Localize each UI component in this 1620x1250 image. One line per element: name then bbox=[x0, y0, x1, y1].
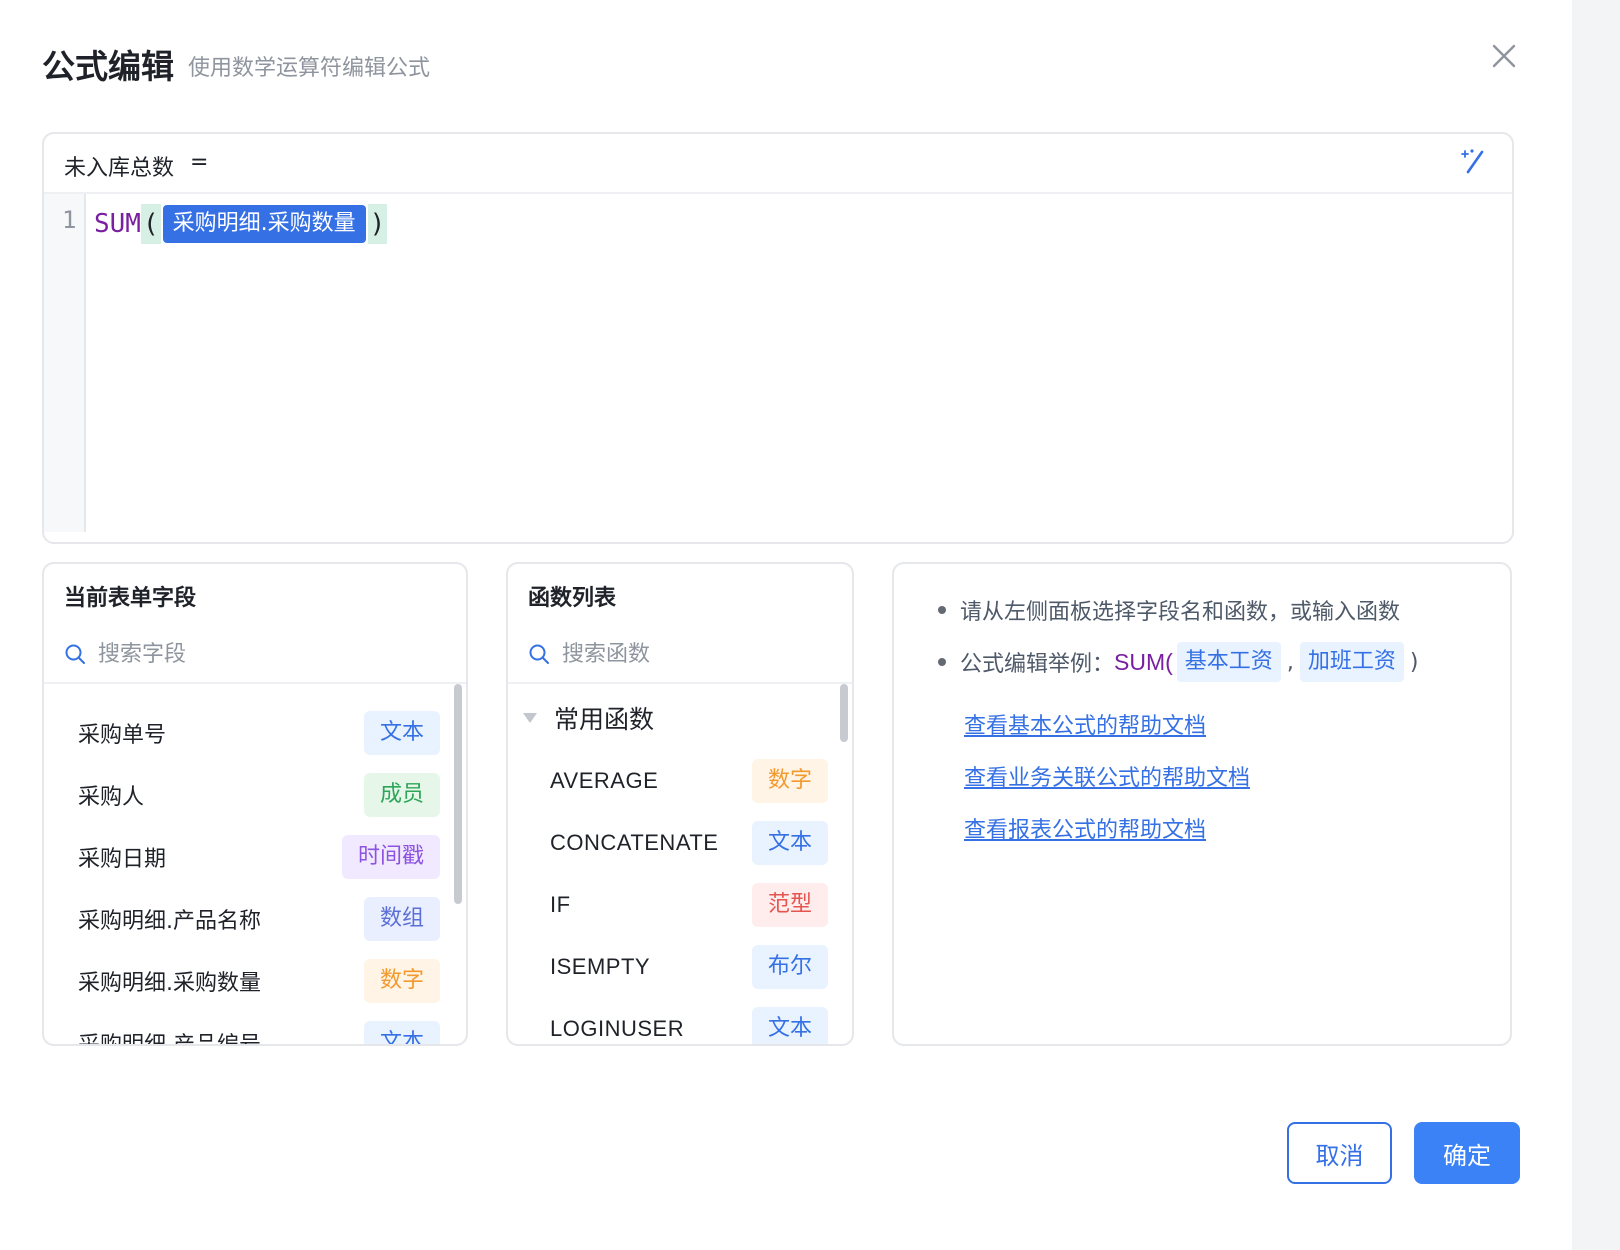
cancel-button[interactable]: 取消 bbox=[1287, 1122, 1392, 1184]
example-function: SUM( bbox=[1114, 648, 1173, 675]
type-tag: 数组 bbox=[363, 897, 440, 941]
equals-sign: = bbox=[190, 150, 209, 175]
field-list: 采购单号 文本 采购人 成员 采购日期 时间戳 采购明细.产品名称 数组 采购明… bbox=[44, 684, 466, 1044]
scrollbar-thumb[interactable] bbox=[454, 684, 462, 904]
function-label: AVERAGE bbox=[550, 768, 659, 793]
close-icon bbox=[1492, 44, 1516, 68]
help-tip: 请从左侧面板选择字段名和函数，或输入函数 bbox=[938, 594, 1400, 626]
function-label: IF bbox=[550, 892, 571, 917]
help-tip-text: 请从左侧面板选择字段名和函数，或输入函数 bbox=[960, 600, 1401, 625]
editor-header: 未入库总数 = bbox=[44, 134, 1512, 194]
function-group-label: 常用函数 bbox=[554, 705, 655, 734]
code-line[interactable]: SUM ( 采购明细.采购数量 ) bbox=[94, 204, 388, 244]
help-example: 公式编辑举例： SUM( 基本工资 , 加班工资 ) bbox=[938, 642, 1420, 682]
function-item[interactable]: CONCATENATE 文本 bbox=[550, 816, 828, 870]
field-search bbox=[64, 636, 446, 672]
function-item[interactable]: ISEMPTY 布尔 bbox=[550, 940, 828, 994]
field-label: 采购明细.产品名称 bbox=[78, 909, 261, 934]
type-tag: 成员 bbox=[363, 773, 440, 817]
field-item[interactable]: 采购明细.产品名称 数组 bbox=[78, 888, 440, 950]
open-paren: ( bbox=[140, 204, 161, 244]
example-separator: , bbox=[1286, 649, 1294, 675]
fields-panel: 当前表单字段 采购单号 文本 采购人 成员 采购日期 时间戳 采购明细.产品名称… bbox=[42, 562, 468, 1046]
function-search-input[interactable] bbox=[562, 641, 802, 667]
field-token[interactable]: 采购明细.采购数量 bbox=[162, 205, 366, 243]
help-link-basic[interactable]: 查看基本公式的帮助文档 bbox=[964, 708, 1206, 740]
type-tag: 布尔 bbox=[751, 945, 828, 989]
dialog-title: 公式编辑 bbox=[42, 47, 174, 86]
function-item[interactable]: IF 范型 bbox=[550, 878, 828, 932]
field-item[interactable]: 采购单号 文本 bbox=[78, 702, 440, 764]
type-tag: 文本 bbox=[363, 1021, 440, 1044]
function-list: 常用函数 AVERAGE 数字 CONCATENATE 文本 IF 范型 ISE… bbox=[508, 684, 852, 1044]
caret-down-icon bbox=[523, 713, 537, 723]
type-tag: 数字 bbox=[363, 959, 440, 1003]
field-label: 采购单号 bbox=[78, 723, 167, 748]
example-close-paren: ) bbox=[1409, 649, 1419, 675]
field-label: 采购明细.产品编号 bbox=[78, 1027, 261, 1044]
field-search-input[interactable] bbox=[98, 641, 338, 667]
magic-wand-icon bbox=[1461, 149, 1484, 174]
bullet bbox=[938, 658, 946, 666]
bullet bbox=[938, 606, 946, 614]
function-item[interactable]: AVERAGE 数字 bbox=[550, 754, 828, 808]
field-item[interactable]: 采购人 成员 bbox=[78, 764, 440, 826]
scrollbar-thumb[interactable] bbox=[840, 684, 848, 742]
field-list-scrollbar[interactable] bbox=[454, 684, 462, 1044]
confirm-button[interactable]: 确定 bbox=[1414, 1122, 1520, 1184]
function-item[interactable]: LOGINUSER 文本 bbox=[550, 1002, 828, 1044]
functions-panel: 函数列表 常用函数 AVERAGE 数字 CONCATENATE 文本 IF 范… bbox=[506, 562, 854, 1046]
function-label: LOGINUSER bbox=[550, 1016, 685, 1041]
background-gutter bbox=[1572, 0, 1620, 1250]
function-group-header[interactable]: 常用函数 bbox=[522, 700, 654, 736]
functions-panel-title: 函数列表 bbox=[528, 586, 617, 611]
help-link-report[interactable]: 查看报表公式的帮助文档 bbox=[964, 812, 1206, 844]
function-label: ISEMPTY bbox=[550, 954, 651, 979]
field-label: 采购日期 bbox=[78, 847, 167, 872]
field-item[interactable]: 采购明细.采购数量 数字 bbox=[78, 950, 440, 1012]
close-button[interactable] bbox=[1488, 40, 1520, 72]
line-gutter: 1 bbox=[44, 194, 86, 532]
function-token: SUM bbox=[94, 209, 141, 239]
example-prefix: 公式编辑举例： bbox=[960, 652, 1115, 677]
formula-field-name: 未入库总数 bbox=[64, 156, 175, 181]
function-label: CONCATENATE bbox=[550, 830, 719, 855]
type-tag: 文本 bbox=[363, 711, 440, 755]
search-icon bbox=[65, 644, 85, 664]
code-area[interactable]: 1 SUM ( 采购明细.采购数量 ) bbox=[44, 194, 1512, 542]
field-label: 采购人 bbox=[78, 785, 145, 810]
function-search bbox=[528, 636, 832, 672]
format-formula-button[interactable] bbox=[1458, 146, 1488, 176]
search-icon bbox=[529, 644, 549, 664]
fields-panel-title: 当前表单字段 bbox=[64, 586, 197, 611]
line-number: 1 bbox=[62, 206, 77, 234]
example-arg: 加班工资 bbox=[1299, 642, 1404, 682]
close-paren: ) bbox=[367, 204, 388, 244]
type-tag: 时间戳 bbox=[341, 835, 440, 879]
help-link-business[interactable]: 查看业务关联公式的帮助文档 bbox=[964, 760, 1250, 792]
function-list-scrollbar[interactable] bbox=[840, 684, 848, 1044]
field-item[interactable]: 采购明细.产品编号 文本 bbox=[78, 1012, 440, 1044]
example-arg: 基本工资 bbox=[1176, 642, 1281, 682]
field-item[interactable]: 采购日期 时间戳 bbox=[78, 826, 440, 888]
dialog-subtitle: 使用数学运算符编辑公式 bbox=[188, 56, 431, 81]
type-tag: 文本 bbox=[751, 1007, 828, 1044]
type-tag: 范型 bbox=[751, 883, 828, 927]
type-tag: 数字 bbox=[751, 759, 828, 803]
formula-editor[interactable]: 未入库总数 = 1 SUM ( 采购明细.采购数量 ) bbox=[42, 132, 1514, 544]
type-tag: 文本 bbox=[751, 821, 828, 865]
help-panel: 请从左侧面板选择字段名和函数，或输入函数 公式编辑举例： SUM( 基本工资 ,… bbox=[892, 562, 1512, 1046]
field-label: 采购明细.采购数量 bbox=[78, 971, 261, 996]
